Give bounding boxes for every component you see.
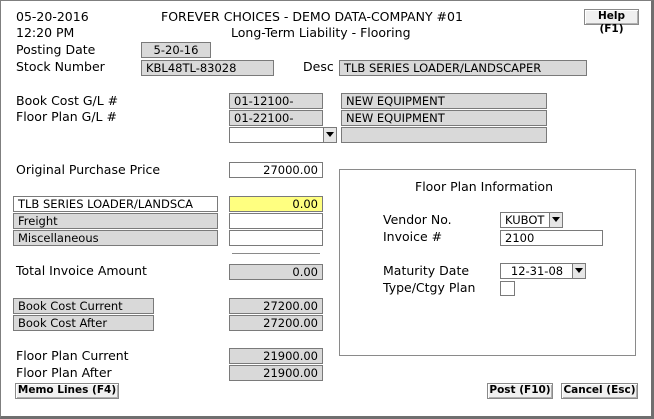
floor-plan-current-label: Floor Plan Current xyxy=(16,348,129,363)
extra-gl-dropdown[interactable] xyxy=(229,127,337,143)
chevron-down-icon[interactable] xyxy=(572,264,585,278)
company-title: FOREVER CHOICES - DEMO DATA-COMPANY #01 xyxy=(161,9,463,24)
floor-plan-after-label: Floor Plan After xyxy=(16,365,112,380)
invoice-label: Invoice # xyxy=(383,229,443,244)
total-invoice-label: Total Invoice Amount xyxy=(16,263,147,278)
line-item-amount-field[interactable]: 0.00 xyxy=(229,196,323,212)
freight-field[interactable] xyxy=(229,213,323,229)
help-button[interactable]: Help (F1) xyxy=(584,9,639,35)
book-cost-current-label: Book Cost Current xyxy=(13,298,154,314)
post-button[interactable]: Post (F10) xyxy=(487,383,553,399)
floor-plan-gl-field[interactable]: 01-22100- xyxy=(229,110,323,126)
type-ctgy-plan-label: Type/Ctgy Plan xyxy=(383,280,476,295)
floor-plan-after-field: 21900.00 xyxy=(229,365,323,381)
total-invoice-field: 0.00 xyxy=(229,264,323,280)
vendor-value: KUBOT xyxy=(505,213,545,227)
maturity-date-value: 12-31-08 xyxy=(510,264,564,278)
floor-plan-gl-desc: NEW EQUIPMENT xyxy=(341,110,547,126)
vendor-label: Vendor No. xyxy=(383,212,452,227)
type-ctgy-plan-checkbox[interactable] xyxy=(500,281,515,296)
extra-gl-desc xyxy=(341,127,547,143)
book-cost-gl-label: Book Cost G/L # xyxy=(16,93,119,108)
screen-title: Long-Term Liability - Flooring xyxy=(231,25,411,40)
original-price-label: Original Purchase Price xyxy=(16,162,161,177)
posting-date-field[interactable]: 5-20-16 xyxy=(141,42,211,58)
line-item-label: TLB SERIES LOADER/LANDSCA xyxy=(13,196,218,212)
header-date: 05-20-2016 xyxy=(16,9,89,24)
floor-plan-gl-label: Floor Plan G/L # xyxy=(16,109,117,124)
misc-field[interactable] xyxy=(229,230,323,246)
book-cost-gl-field[interactable]: 01-12100- xyxy=(229,93,323,109)
book-cost-after-label: Book Cost After xyxy=(13,315,154,331)
vendor-dropdown[interactable]: KUBOT xyxy=(500,212,563,228)
book-cost-current-field: 27200.00 xyxy=(229,298,323,314)
desc-label: Desc xyxy=(303,59,334,74)
memo-lines-button[interactable]: Memo Lines (F4) xyxy=(15,383,119,399)
stock-number-field[interactable]: KBL48TL-83028 xyxy=(141,60,274,76)
stock-number-label: Stock Number xyxy=(16,59,105,74)
desc-field[interactable]: TLB SERIES LOADER/LANDSCAPER xyxy=(339,60,587,76)
freight-label: Freight xyxy=(13,213,218,229)
posting-date-label: Posting Date xyxy=(16,42,96,57)
chevron-down-icon[interactable] xyxy=(549,213,562,227)
misc-label: Miscellaneous xyxy=(13,230,218,246)
maturity-date-dropdown[interactable]: 12-31-08 xyxy=(500,263,586,279)
original-price-field[interactable]: 27000.00 xyxy=(229,162,323,178)
header-time: 12:20 PM xyxy=(16,25,75,40)
floor-plan-info-panel: Floor Plan Information Vendor No. KUBOT … xyxy=(339,169,636,356)
chevron-down-icon[interactable] xyxy=(323,128,336,142)
floor-plan-current-field: 21900.00 xyxy=(229,348,323,364)
total-separator xyxy=(232,253,320,254)
cancel-button[interactable]: Cancel (Esc) xyxy=(561,383,638,399)
invoice-field[interactable]: 2100 xyxy=(500,230,603,246)
window-frame: 05-20-2016 12:20 PM FOREVER CHOICES - DE… xyxy=(0,0,654,419)
book-cost-after-field: 27200.00 xyxy=(229,315,323,331)
floor-plan-info-title: Floor Plan Information xyxy=(415,179,553,194)
book-cost-gl-desc: NEW EQUIPMENT xyxy=(341,93,547,109)
maturity-date-label: Maturity Date xyxy=(383,263,470,278)
